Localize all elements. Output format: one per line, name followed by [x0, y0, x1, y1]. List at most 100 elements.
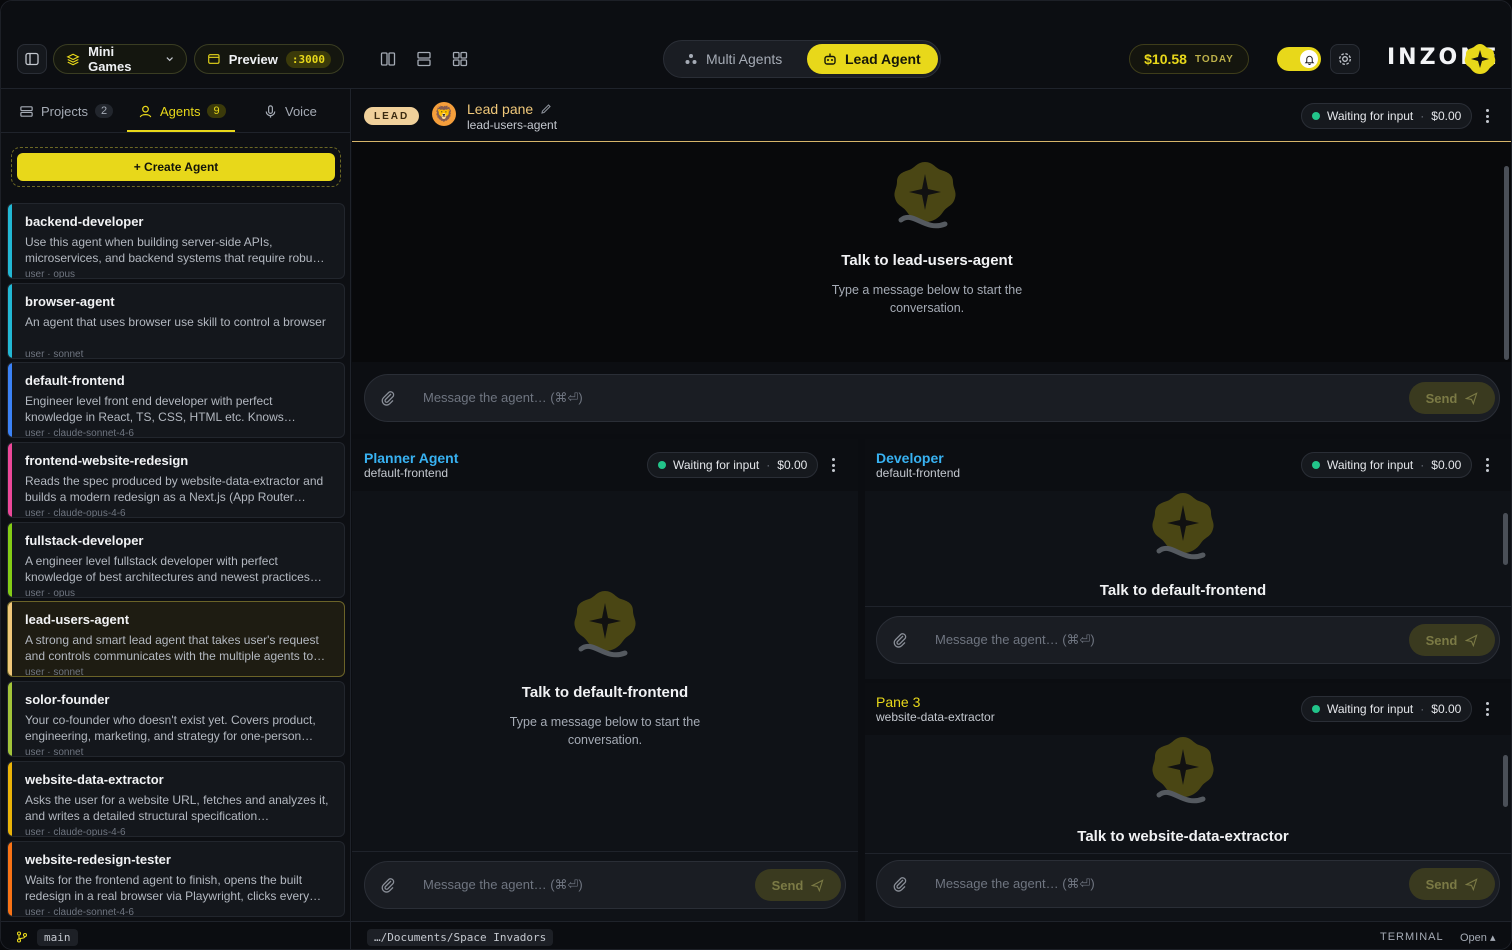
rows-layout-icon[interactable]	[415, 50, 433, 68]
empty-text: Type a message below to start the conver…	[509, 715, 701, 747]
send-button[interactable]: Send	[1409, 382, 1495, 414]
planner-pane-menu-icon[interactable]	[826, 456, 840, 474]
sidebar-footer: main	[1, 921, 351, 949]
preview-label: Preview	[228, 51, 278, 67]
agent-card[interactable]: default-frontend Engineer level front end…	[7, 362, 345, 439]
notifications-toggle[interactable]	[1277, 47, 1321, 71]
microphone-icon	[265, 104, 276, 118]
send-label: Send	[771, 877, 804, 893]
message-placeholder: Message the agent… (⌘⏎)	[423, 877, 583, 892]
scrollbar[interactable]	[1503, 513, 1508, 565]
developer-pane-header: Developer default-frontend Waiting for i…	[865, 439, 1511, 491]
agent-card[interactable]: browser-agent An agent that uses browser …	[7, 282, 345, 359]
cost-value: $10.58	[1144, 51, 1187, 67]
agent-card[interactable]: website-redesign-tester Waits for the fro…	[7, 840, 345, 917]
agent-name: backend-developer	[25, 214, 144, 229]
agent-description: An agent that uses browser use skill to …	[25, 314, 326, 329]
scrollbar[interactable]	[1504, 166, 1509, 360]
pane-3-subtitle: website-data-extractor	[876, 710, 995, 724]
agent-color-bar	[8, 602, 12, 677]
agent-meta: user · sonnet	[25, 348, 84, 359]
tab-voice-label: Voice	[285, 103, 317, 119]
lead-pane-header: LEAD 🦁 Lead pane lead-users-agent Waitin…	[352, 90, 1511, 142]
send-button[interactable]: Send	[755, 869, 841, 901]
settings-button[interactable]	[1330, 44, 1360, 74]
sidebar-toggle-button[interactable]	[17, 44, 47, 74]
tab-agents[interactable]: Agents 9	[138, 89, 226, 133]
agent-card[interactable]: website-data-extractor Asks the user for …	[7, 760, 345, 837]
send-label: Send	[1425, 876, 1458, 892]
agent-color-bar	[8, 841, 12, 916]
status-dot	[1312, 461, 1320, 469]
agent-name: browser-agent	[25, 293, 115, 309]
edit-icon[interactable]	[540, 103, 552, 115]
agent-card[interactable]: backend-developer Use this agent when bui…	[7, 203, 345, 279]
lead-message-composer[interactable]: Message the agent… (⌘⏎) Send	[364, 374, 1500, 422]
agent-name: website-data-extractor	[25, 771, 164, 787]
send-label: Send	[1425, 632, 1458, 648]
lead-pane-menu-icon[interactable]	[1480, 107, 1494, 125]
create-agent-label: + Create Agent	[17, 153, 335, 181]
agent-name: lead-users-agent	[25, 612, 130, 628]
planner-message-composer[interactable]: Message the agent… (⌘⏎) Send	[364, 861, 846, 909]
message-placeholder: Message the agent… (⌘⏎)	[935, 632, 1095, 647]
pane-3-status-badge: Waiting for input · $0.00	[1301, 696, 1473, 722]
agents-cluster-icon	[685, 54, 697, 64]
paperclip-icon[interactable]	[891, 875, 909, 893]
status-cost: $0.00	[777, 458, 808, 472]
columns-layout-icon[interactable]	[379, 50, 397, 68]
agent-card[interactable]: solor-founder Your co-founder who doesn't…	[7, 681, 345, 758]
create-agent-button[interactable]: + Create Agent	[11, 147, 341, 187]
send-button[interactable]: Send	[1409, 868, 1495, 900]
pane-3-message-composer[interactable]: Message the agent… (⌘⏎) Send	[876, 860, 1500, 908]
agent-card[interactable]: frontend-website-redesign Reads the spec …	[7, 442, 345, 519]
send-label: Send	[1425, 390, 1458, 406]
lead-pane: LEAD 🦁 Lead pane lead-users-agent Waitin…	[352, 90, 1511, 434]
branch-name[interactable]: main	[37, 929, 78, 946]
scrollbar[interactable]	[1503, 755, 1508, 807]
open-terminal-button[interactable]: Open ▴	[1460, 931, 1496, 944]
paperclip-icon[interactable]	[891, 631, 909, 649]
agent-name: default-frontend	[25, 373, 125, 389]
status-text: Waiting for input	[1327, 109, 1414, 123]
send-arrow-icon	[1465, 877, 1478, 891]
pane-3: Pane 3 website-data-extractor Waiting fo…	[865, 683, 1511, 921]
working-directory: …/Documents/Space Invadors	[367, 929, 554, 946]
tab-projects[interactable]: Projects 2	[19, 89, 114, 133]
chevron-down-icon	[166, 57, 173, 62]
project-selector[interactable]: Mini Games	[53, 44, 187, 74]
multi-agents-tab[interactable]: Multi Agents	[668, 44, 806, 74]
agent-logo-icon	[1152, 737, 1214, 804]
planner-empty-state: Talk to default-frontend Type a message …	[455, 684, 755, 749]
planner-pane-header: Planner Agent default-frontend Waiting f…	[352, 439, 858, 491]
agent-card[interactable]: lead-users-agent A strong and smart lead …	[7, 601, 345, 678]
agent-color-bar	[8, 522, 12, 597]
tab-voice[interactable]: Voice	[263, 89, 317, 133]
agent-name: solor-founder	[25, 692, 110, 708]
developer-message-composer[interactable]: Message the agent… (⌘⏎) Send	[876, 616, 1500, 664]
developer-pane-menu-icon[interactable]	[1480, 456, 1494, 474]
paperclip-icon[interactable]	[379, 876, 397, 894]
pane-3-menu-icon[interactable]	[1480, 700, 1494, 718]
paperclip-icon[interactable]	[379, 389, 397, 407]
agent-meta: user · claude-opus-4-6	[25, 508, 126, 519]
status-dot	[1312, 705, 1320, 713]
terminal-footer: …/Documents/Space Invadors TERMINAL Open…	[351, 921, 1511, 949]
agent-list: backend-developer Use this agent when bui…	[7, 203, 345, 920]
preview-button[interactable]: Preview :3000	[194, 44, 344, 74]
browser-window-icon	[208, 54, 220, 64]
agent-description: Asks the user for a website URL, fetches…	[25, 792, 329, 823]
lead-agent-tab[interactable]: Lead Agent	[807, 44, 938, 74]
pane-3-title: Pane 3	[876, 694, 921, 710]
project-name: Mini Games	[88, 44, 132, 74]
lead-empty-state: Talk to lead-users-agent Type a message …	[777, 252, 1077, 317]
grid-layout-icon[interactable]	[451, 50, 469, 68]
send-button[interactable]: Send	[1409, 624, 1495, 656]
agent-card[interactable]: fullstack-developer A engineer level full…	[7, 521, 345, 598]
empty-text: Type a message below to start the conver…	[831, 283, 1023, 315]
agent-description: Use this agent when building server-side…	[25, 235, 325, 265]
developer-status-badge: Waiting for input · $0.00	[1301, 452, 1473, 478]
agent-description: A engineer level fullstack developer wit…	[25, 553, 322, 584]
sidebar-toggle-icon	[25, 52, 39, 66]
planner-pane: Planner Agent default-frontend Waiting f…	[352, 439, 858, 921]
